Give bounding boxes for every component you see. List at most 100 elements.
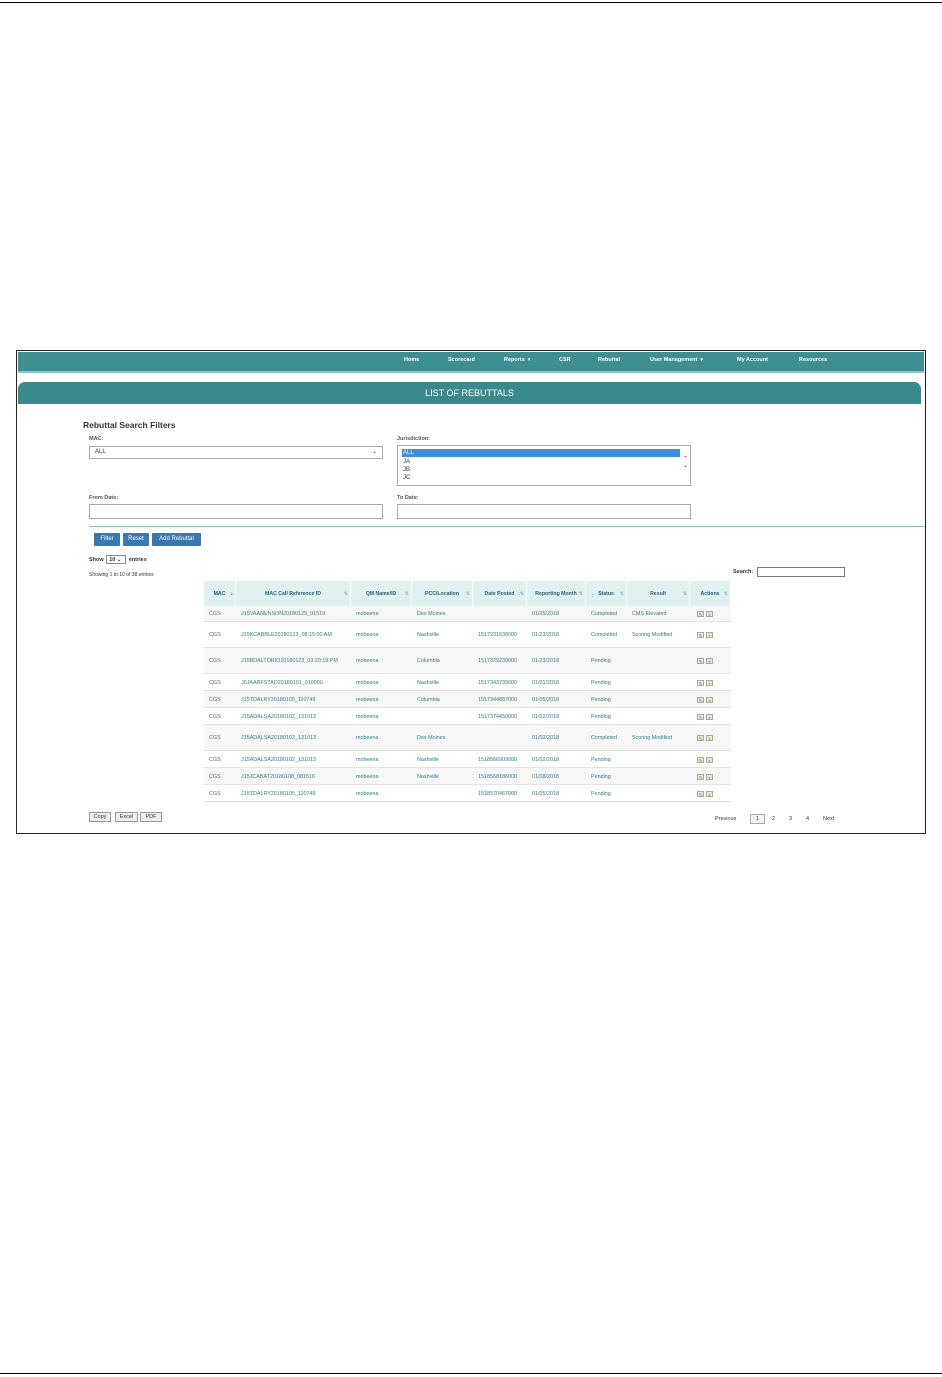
- sort-icon: ⇅: [723, 590, 728, 597]
- cell-mac: CGS: [209, 756, 221, 763]
- row-actions: ✎ ⌕: [690, 648, 731, 674]
- page-length-select[interactable]: 10 ⌄: [106, 555, 127, 564]
- cell-pcc: Des Moines: [417, 735, 446, 741]
- cell-month: 01/23/2018: [532, 632, 559, 638]
- table-row[interactable]: CGS J15JCABAT20180108_081516 mobeena Nashvi…: [204, 768, 731, 785]
- column-header-mac[interactable]: MAC ▴: [204, 581, 236, 606]
- cell-ref[interactable]: J15KCABBLE20180123_08:15:00 AM: [236, 622, 351, 648]
- cell-ref[interactable]: J15ADALSA20180102_131013: [236, 751, 351, 768]
- table-row[interactable]: CGS J15ADALSA20180102_131013 mobeena Des Mo…: [204, 725, 731, 751]
- view-icon[interactable]: ⌕: [706, 632, 713, 638]
- edit-icon[interactable]: ✎: [697, 679, 704, 686]
- copy-button[interactable]: Copy: [89, 812, 111, 822]
- edit-icon[interactable]: ✎: [697, 696, 704, 703]
- edit-icon[interactable]: ✎: [697, 773, 704, 780]
- cell-ref[interactable]: J15ADALSA20180102_131013: [236, 725, 351, 751]
- view-icon[interactable]: ⌕: [706, 611, 713, 617]
- jurisdiction-option-jb[interactable]: JB: [403, 466, 678, 474]
- table-row[interactable]: CGS J15KCABBLE20180123_08:15:00 AM mobeena…: [204, 622, 731, 648]
- column-header-call-reference-id[interactable]: MAC Call Reference ID ⇅: [236, 581, 351, 606]
- pager-page-3[interactable]: 3: [789, 816, 792, 822]
- edit-icon[interactable]: ✎: [697, 658, 704, 664]
- cell-ref[interactable]: J15ADALSA20180102_131013: [236, 708, 351, 725]
- cell-pcc: Nashville: [417, 756, 439, 763]
- table-row[interactable]: CGS J6JAARFSTAD20180101_010000 mobeena Nash…: [204, 674, 731, 691]
- add-rebuttal-button[interactable]: Add Rebuttal: [152, 533, 201, 546]
- excel-button[interactable]: Excel: [115, 812, 138, 822]
- edit-icon[interactable]: ✎: [697, 611, 704, 617]
- row-actions: ✎ ⌕: [690, 674, 731, 691]
- pager-page-1[interactable]: 1: [750, 814, 766, 824]
- nav-rebuttal[interactable]: Rebuttal: [598, 357, 620, 363]
- view-icon[interactable]: ⌕: [706, 773, 713, 780]
- table-row[interactable]: CGS J15TDALRY20180105_110749 mobeena 151857…: [204, 785, 731, 802]
- nav-resources[interactable]: Resources: [799, 357, 827, 363]
- reset-button[interactable]: Reset: [123, 533, 149, 546]
- cell-status: Pending: [591, 679, 611, 686]
- view-icon[interactable]: ⌕: [706, 756, 713, 763]
- nav-scorecard[interactable]: Scorecard: [448, 357, 475, 363]
- scroll-up-icon[interactable]: ⌃: [683, 455, 688, 462]
- sort-icon: ⇅: [619, 590, 624, 597]
- jurisdiction-listbox[interactable]: ALL JA JB JC ⌃ ⌄: [397, 445, 691, 486]
- to-date-input[interactable]: [397, 504, 691, 519]
- nav-home[interactable]: Home: [404, 357, 419, 363]
- filter-button[interactable]: Filter: [94, 533, 120, 546]
- view-icon[interactable]: ⌕: [706, 679, 713, 686]
- edit-icon[interactable]: ✎: [697, 790, 704, 797]
- edit-icon[interactable]: ✎: [697, 756, 704, 763]
- view-icon[interactable]: ⌕: [706, 696, 713, 703]
- table-row[interactable]: CGS J15TDALRY20180105_110749 mobeena Columb…: [204, 691, 731, 708]
- pager-page-4[interactable]: 4: [806, 816, 809, 822]
- scroll-down-icon[interactable]: ⌄: [683, 462, 688, 469]
- cell-date: 1518570467000: [478, 790, 517, 797]
- pdf-button[interactable]: PDF: [140, 812, 162, 822]
- row-actions: ✎ ⌕: [690, 725, 731, 751]
- from-date-input[interactable]: [89, 504, 383, 519]
- cell-ref[interactable]: J15BDALTORIO20180123_03:20:19 PM: [236, 648, 351, 674]
- edit-icon[interactable]: ✎: [697, 632, 704, 638]
- nav-user-management[interactable]: User Management ▾: [650, 357, 703, 363]
- jurisdiction-option-all[interactable]: ALL: [402, 449, 680, 457]
- mac-select[interactable]: ALL ⌄: [89, 446, 383, 459]
- column-header-reporting-month[interactable]: Reporting Month ⇅: [527, 581, 586, 606]
- table-row[interactable]: CGS J15ADALSA20180102_131013 mobeena Nashvi…: [204, 751, 731, 768]
- table-row[interactable]: CGS J15VAANENSON20180125_01519 mobeena Des …: [204, 606, 731, 622]
- cell-qm: mobeena: [356, 735, 379, 741]
- cell-ref[interactable]: J15VAANENSON20180125_01519: [236, 606, 351, 622]
- column-header-qm-name[interactable]: QM Name/ID ⇅: [351, 581, 412, 606]
- cell-month: 01/05/2018: [532, 696, 559, 703]
- edit-icon[interactable]: ✎: [697, 713, 704, 720]
- sort-icon: ⇅: [465, 590, 470, 597]
- column-header-status[interactable]: Status ⇅: [586, 581, 627, 606]
- column-header-date-posted[interactable]: Date Posted ⇅: [473, 581, 527, 606]
- pager-next[interactable]: Next: [823, 816, 834, 822]
- column-header-pcc-location[interactable]: PCC/Location ⇅: [412, 581, 473, 606]
- cell-ref[interactable]: J15TDALRY20180105_110749: [236, 785, 351, 802]
- table-row[interactable]: CGS J15BDALTORIO20180123_03:20:19 PM mobee…: [204, 648, 731, 674]
- nav-reports[interactable]: Reports ▾: [504, 357, 530, 363]
- cell-status: Pending: [591, 713, 611, 720]
- edit-icon[interactable]: ✎: [697, 735, 704, 741]
- pager-previous[interactable]: Previous: [715, 816, 736, 822]
- cell-pcc: [412, 785, 473, 802]
- cell-ref[interactable]: J15JCABAT20180108_081516: [236, 768, 351, 785]
- jurisdiction-option-ja[interactable]: JA: [403, 458, 678, 466]
- cell-pcc: Columbia: [417, 658, 440, 664]
- column-header-actions[interactable]: Actions ⇅: [690, 581, 731, 606]
- column-header-result[interactable]: Result ⇅: [627, 581, 690, 606]
- search-input[interactable]: [757, 567, 845, 577]
- cell-status: Pending: [591, 756, 611, 763]
- pager-page-2[interactable]: 2: [772, 816, 775, 822]
- view-icon[interactable]: ⌕: [706, 790, 713, 797]
- table-row[interactable]: CGS J15ADALSA20180102_131013 mobeena 151737…: [204, 708, 731, 725]
- view-icon[interactable]: ⌕: [706, 658, 713, 664]
- nav-my-account[interactable]: My Account: [737, 357, 768, 363]
- view-icon[interactable]: ⌕: [706, 713, 713, 720]
- cell-ref[interactable]: J6JAARFSTAD20180101_010000: [236, 674, 351, 691]
- nav-csr[interactable]: CSR: [559, 357, 571, 363]
- jurisdiction-option-jc[interactable]: JC: [403, 474, 678, 482]
- view-icon[interactable]: ⌕: [706, 735, 713, 741]
- cell-ref[interactable]: J15TDALRY20180105_110749: [236, 691, 351, 708]
- page-top-rule: [0, 2, 942, 3]
